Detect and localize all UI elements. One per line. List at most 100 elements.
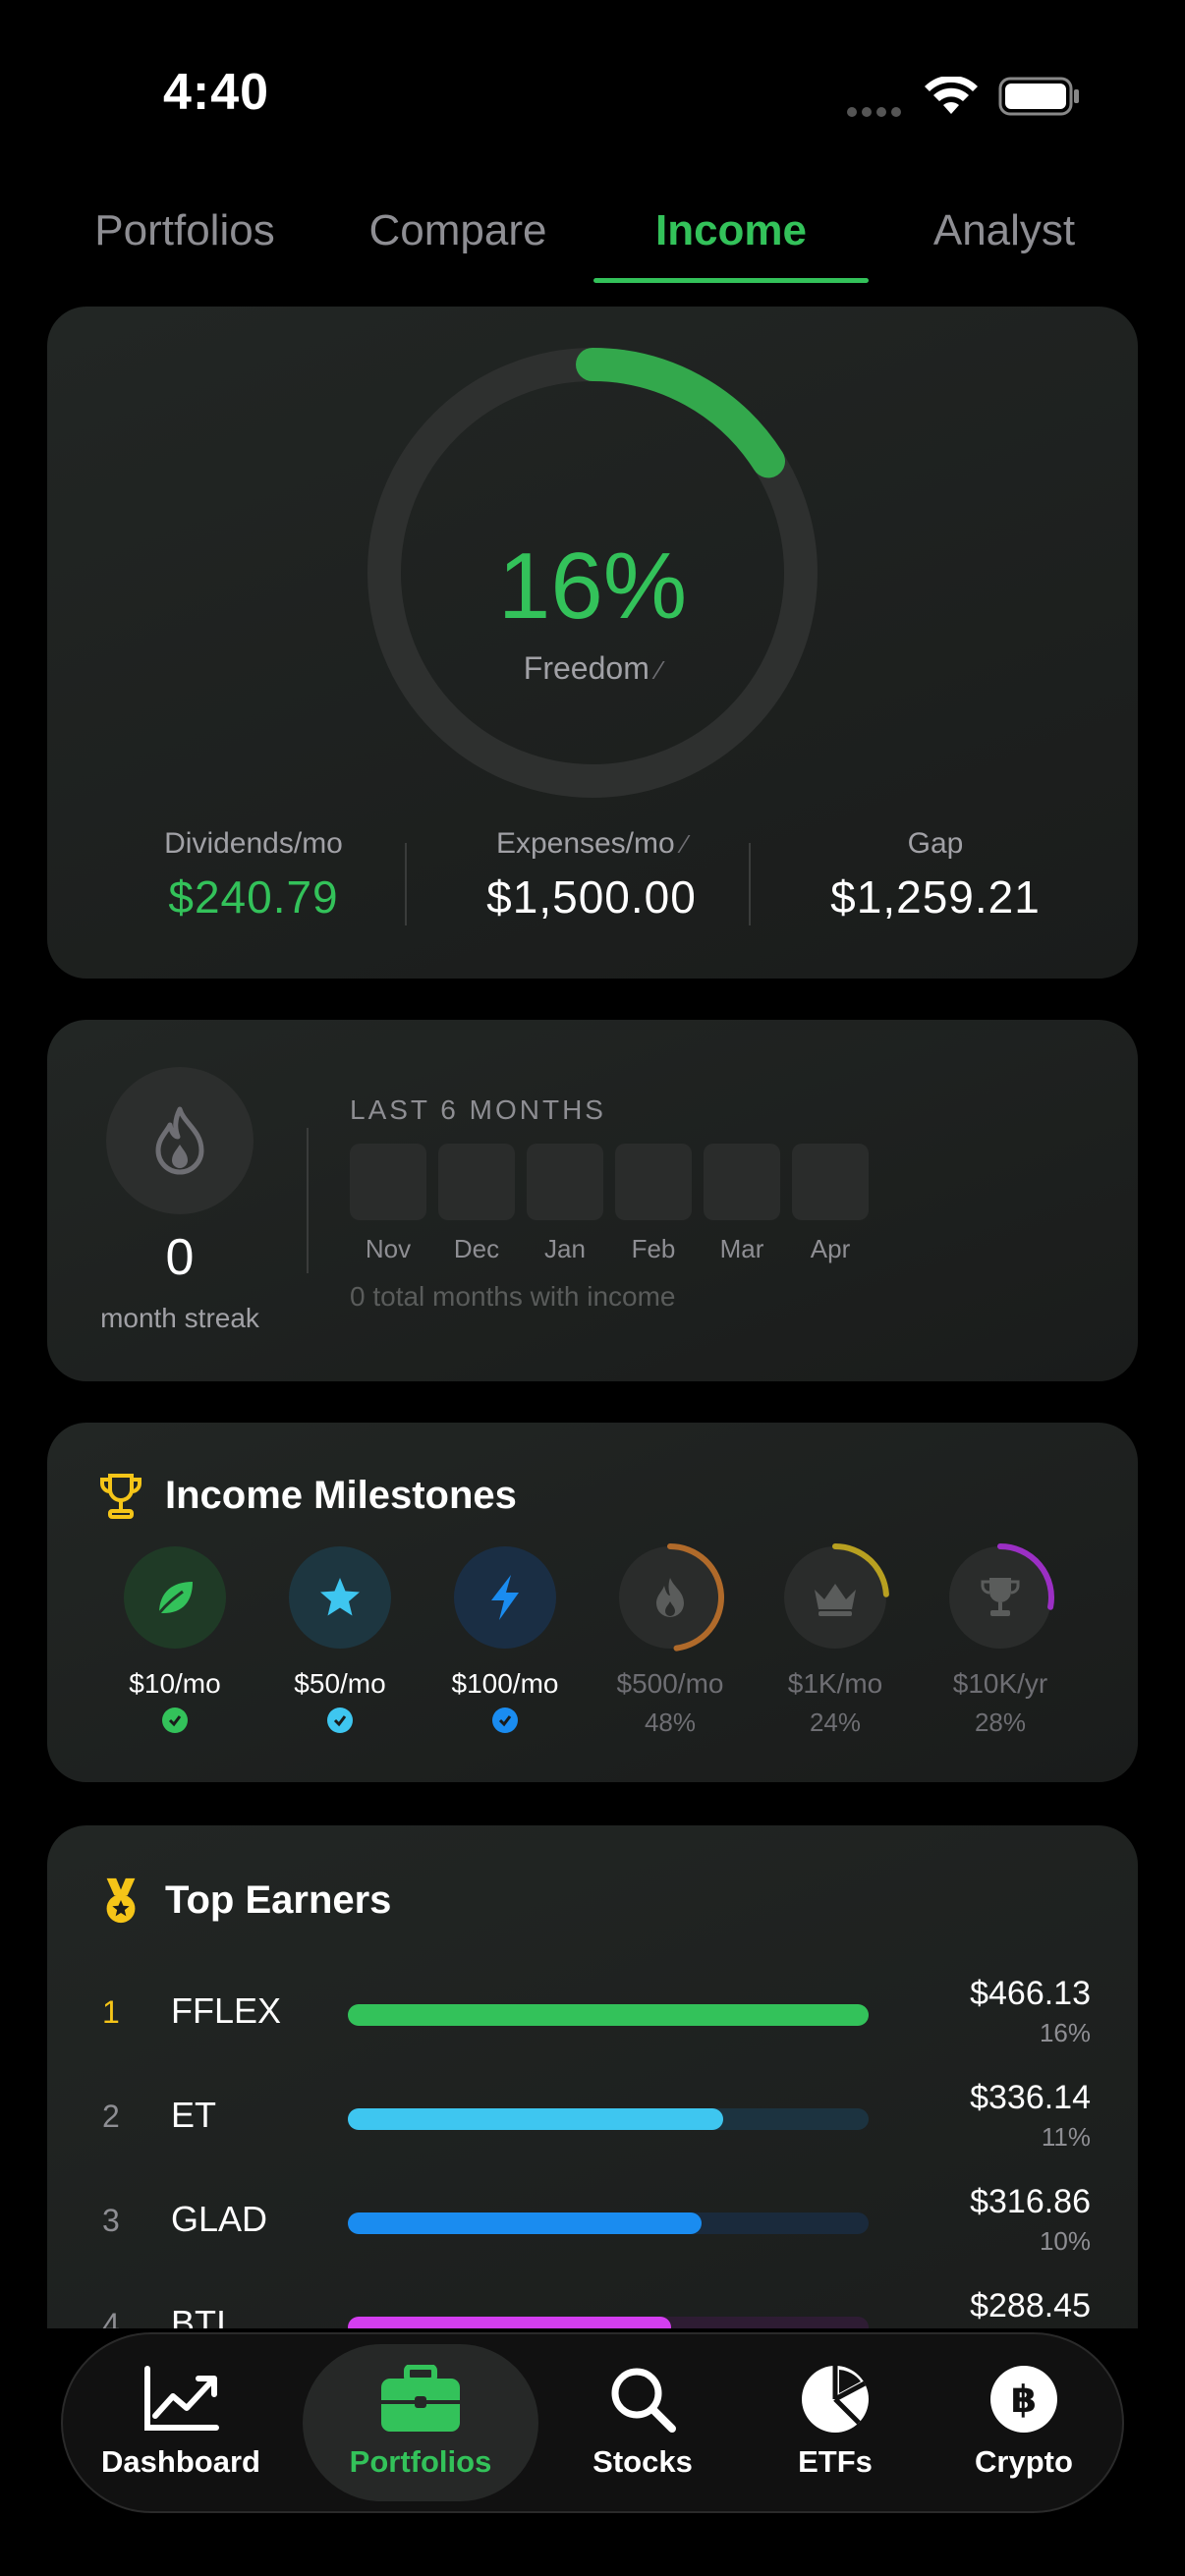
earner-percent: 10% [1039,2226,1091,2256]
freedom-card: 16% Freedom ⁄ Dividends/mo $240.79 Expens… [47,307,1138,979]
month-label: Apr [810,1234,851,1263]
svg-text:฿: ฿ [1011,2378,1037,2421]
milestone-500-mo[interactable]: $500/mo 48% [588,1543,753,1737]
earner-row[interactable]: 2 ET $336.14 11% [47,2079,1138,2167]
milestone-label: $10/mo [129,1668,221,1699]
month-label: Dec [453,1234,500,1263]
stat-gap: Gap $1,259.21 [768,827,1102,924]
milestone-progress-arc [667,1543,724,1652]
month-box [350,1144,426,1220]
freedom-percent: 16% [497,533,688,639]
stat-label: Dividends/mo [164,827,343,860]
earner-ticker: GLAD [171,2199,268,2239]
status-bar: 4:40 [0,0,1185,177]
stat-expenses[interactable]: Expenses/mo ⁄ $1,500.00 [424,827,759,924]
milestone-100-mo[interactable]: $100/mo [423,1546,588,1733]
month-label: Jan [544,1234,586,1263]
milestones-card: Income Milestones $10/mo $50/mo $100/mo … [47,1423,1138,1782]
earner-amount: $316.86 [970,2183,1091,2220]
milestone-progress-text: 48% [644,1708,697,1737]
bottom-nav: Dashboard Portfolios Stocks ETFs ฿ Crypt… [61,2332,1124,2513]
pie-chart-icon [786,2360,884,2438]
streak-count: 0 [165,1229,195,1286]
nav-etfs[interactable]: ETFs [747,2344,924,2501]
nav-label: Crypto [975,2444,1073,2479]
bolt-icon [454,1546,556,1649]
nav-label: Dashboard [101,2444,260,2479]
top-earners-title: Top Earners [165,1878,392,1922]
month-label: Mar [719,1234,764,1263]
bitcoin-icon: ฿ [975,2360,1073,2438]
earner-bar-track [348,2212,869,2234]
milestone-10-mo[interactable]: $10/mo [92,1546,257,1733]
earner-rank: 3 [102,2203,120,2238]
check-icon [162,1708,188,1733]
stat-value: $1,259.21 [830,871,1041,923]
stat-divider [749,843,751,925]
edit-pencil-icon: ⁄ [682,829,688,859]
tab-income[interactable]: Income [593,187,869,285]
earner-percent: 16% [1039,2018,1091,2047]
nav-label: Stocks [592,2444,693,2479]
earner-rank: 2 [102,2099,120,2134]
freedom-label-row[interactable]: Freedom ⁄ [366,650,819,687]
stat-value: $240.79 [168,871,339,923]
streak-divider [307,1128,309,1273]
milestone-10k-yr[interactable]: $10K/yr 28% [918,1543,1083,1737]
total-months-text: 0 total months with income [350,1281,676,1312]
milestone-label: $50/mo [294,1668,386,1699]
edit-pencil-icon: ⁄ [656,655,662,685]
tab-portfolios[interactable]: Portfolios [47,187,322,285]
earner-ticker: FFLEX [171,1990,282,2031]
freedom-label: Freedom [523,650,649,686]
earner-bar-track [348,2108,869,2130]
earner-bar-track [348,2004,869,2026]
earner-row[interactable]: 3 GLAD $316.86 10% [47,2183,1138,2271]
earner-percent: 11% [1041,2122,1091,2152]
month-box [704,1144,780,1220]
medal-icon [106,1877,136,1924]
trophy-icon [949,1543,1054,1649]
earner-bar-fill [348,2108,723,2130]
milestone-progress-ring [997,1543,1054,1610]
wifi-icon [925,77,978,114]
freedom-stats: Dividends/mo $240.79 Expenses/mo ⁄ $1,500… [47,827,1138,925]
chart-line-icon [132,2360,230,2438]
milestone-label: $10K/yr [952,1668,1048,1699]
crown-icon [784,1543,889,1649]
trophy-icon [100,1474,141,1519]
month-box [438,1144,515,1220]
earner-bar-fill [348,2212,703,2234]
milestone-1k-mo[interactable]: $1K/mo 24% [753,1543,918,1737]
month-label: Nov [365,1234,412,1263]
month-box [615,1144,692,1220]
tab-compare[interactable]: Compare [320,187,595,285]
earner-amount: $466.13 [970,1975,1091,2012]
nav-label: ETFs [798,2444,873,2479]
check-icon [327,1708,353,1733]
nav-crypto[interactable]: ฿ Crypto [935,2344,1112,2501]
star-icon [289,1546,391,1649]
streak-card: 0 month streak LAST 6 MONTHS Nov Dec Jan… [47,1020,1138,1381]
milestone-progress-text: 28% [974,1708,1027,1737]
earner-bar-fill [348,2004,869,2026]
top-tab-bar: Portfolios Compare Income Analyst [47,187,1138,285]
milestone-50-mo[interactable]: $50/mo [257,1546,423,1733]
tab-label: Compare [368,206,547,254]
stat-label: Expenses/mo [495,827,675,860]
stat-value: $1,500.00 [486,871,697,923]
tab-analyst[interactable]: Analyst [867,187,1142,285]
flame-icon [619,1543,724,1652]
earner-row[interactable]: 1 FFLEX $466.13 16% [47,1975,1138,2063]
tab-label: Analyst [932,206,1076,254]
nav-dashboard[interactable]: Dashboard [83,2344,279,2501]
nav-stocks[interactable]: Stocks [554,2344,731,2501]
milestone-progress-arc [832,1543,889,1597]
month-label: Feb [631,1234,676,1263]
nav-portfolios[interactable]: Portfolios [303,2344,538,2501]
earner-amount: $336.14 [970,2079,1091,2116]
check-icon [492,1708,518,1733]
freedom-progress-arc [576,348,785,478]
stat-label: Gap [907,827,964,860]
milestone-label: $100/mo [451,1668,559,1699]
